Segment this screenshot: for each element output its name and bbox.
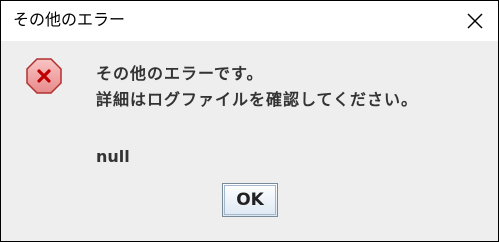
error-message: その他のエラーです。 詳細はログファイルを確認してください。 [96,61,418,113]
dialog-content: その他のエラーです。 詳細はログファイルを確認してください。 null OK [1,41,498,241]
ok-button[interactable]: OK [222,183,278,217]
title-bar: その他のエラー [1,1,498,41]
error-icon [26,58,62,94]
close-button[interactable] [452,1,498,41]
message-line-2: 詳細はログファイルを確認してください。 [96,90,419,109]
error-dialog-window: その他のエラー その他のエラーです。 詳細はログファイルを確認してください。 n… [0,0,499,242]
error-detail: null [96,147,130,166]
message-line-1: その他のエラーです。 [96,64,264,83]
close-icon [467,13,483,29]
window-title: その他のエラー [13,10,126,29]
